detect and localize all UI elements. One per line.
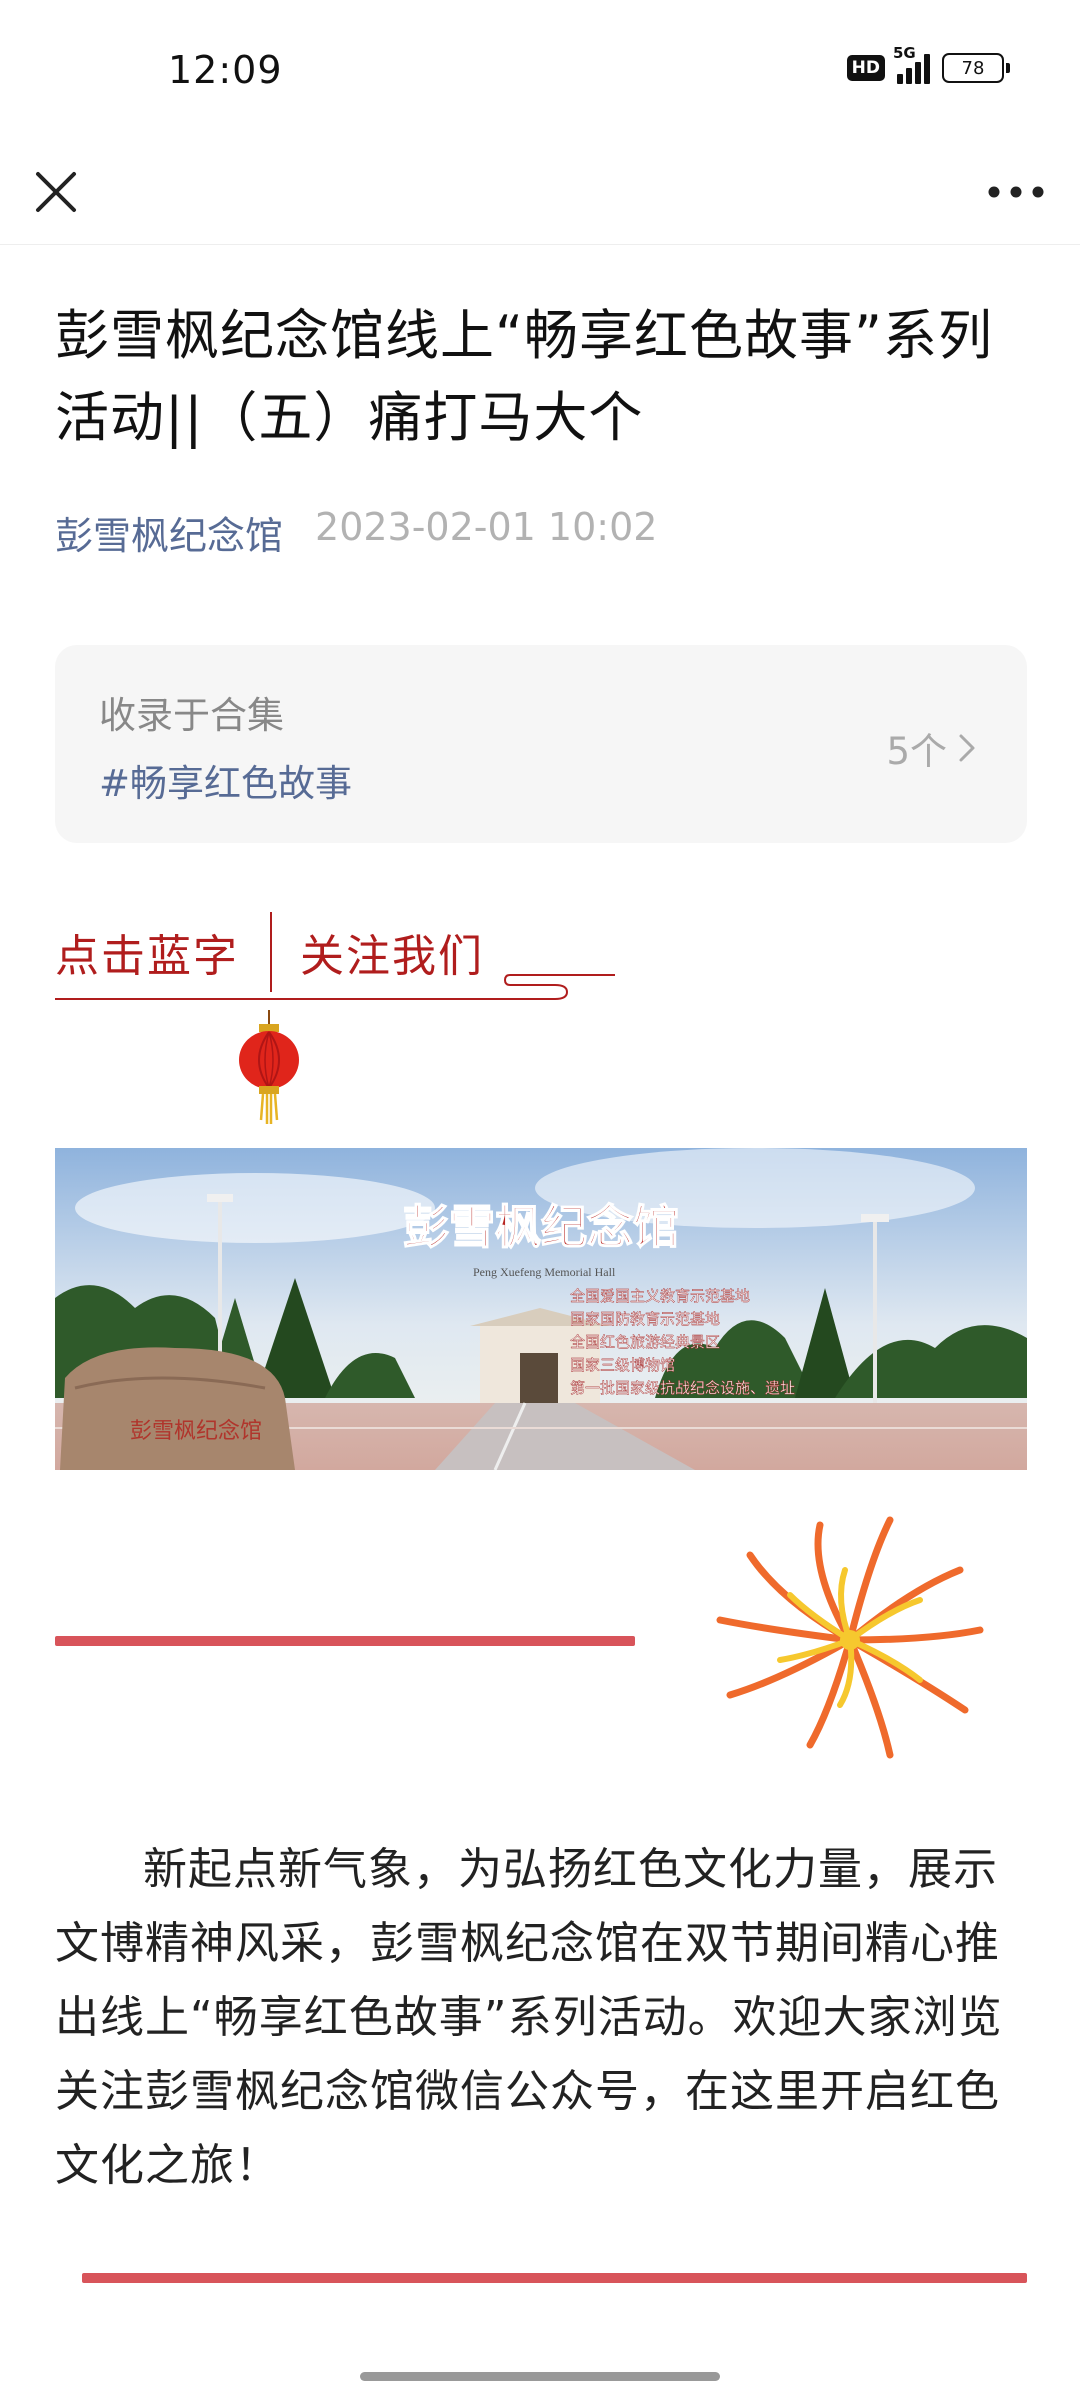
honor-2: 国家国防教育示范基地 [570,1310,720,1328]
home-indicator[interactable] [360,2372,720,2381]
network-type: 5G [893,44,916,62]
chevron-right-icon [959,734,975,762]
battery-level: 78 [961,57,985,79]
nav-bar [0,140,1080,245]
publish-date: 2023-02-01 10:02 [315,505,658,549]
collection-card[interactable]: 收录于合集 #畅享红色故事 5个 [55,645,1027,843]
stone-inscription: 彭雪枫纪念馆 [130,1419,262,1444]
divider-line [55,1636,635,1646]
lantern-icon [239,1010,299,1124]
collection-count[interactable]: 5个 [886,721,977,775]
memorial-scene: 彭雪枫纪念馆 彭雪枫纪念馆 Peng Xuefeng Memorial Hall… [55,1148,1027,1470]
honor-5: 第一批国家级抗战纪念设施、遗址 [570,1379,795,1397]
article-paragraph: 新起点新气象，为弘扬红色文化力量，展示文博精神风采，彭雪枫纪念馆在双节期间精心推… [55,1844,1003,2191]
more-icon[interactable] [980,164,1052,220]
memorial-hall-image[interactable]: 彭雪枫纪念馆 彭雪枫纪念馆 Peng Xuefeng Memorial Hall… [55,1148,1027,1470]
article-meta: 彭雪枫纪念馆 2023-02-01 10:02 [55,505,657,560]
collection-label: 收录于合集 [99,694,284,737]
follow-underline-decoration [55,974,615,1000]
status-icons: HD 5G 78 [846,44,1010,84]
honor-3: 全国红色旅游经典景区 [570,1333,720,1351]
status-time: 12:09 [168,48,283,92]
collection-tag[interactable]: #畅享红色故事 [99,753,352,807]
author-link[interactable]: 彭雪枫纪念馆 [55,505,283,560]
close-icon[interactable] [28,164,84,220]
status-bar: 12:09 HD 5G 78 [0,0,1080,140]
banner-subtitle: Peng Xuefeng Memorial Hall [473,1265,616,1279]
banner-title: 彭雪枫纪念馆 [403,1200,679,1254]
fireworks-icon [716,1516,984,1759]
battery-icon: 78 [942,53,1010,83]
honor-1: 全国爱国主义教育示范基地 [570,1287,750,1305]
hd-icon: HD [846,55,885,81]
divider-line-bottom [82,2273,1027,2283]
collection-count-text: 5个 [886,730,947,773]
honor-4: 国家三级博物馆 [570,1356,675,1374]
article-title: 彭雪枫纪念馆线上“畅享红色故事”系列活动||（五）痛打马大个 [55,304,993,449]
signal-icon: 5G [893,44,930,84]
